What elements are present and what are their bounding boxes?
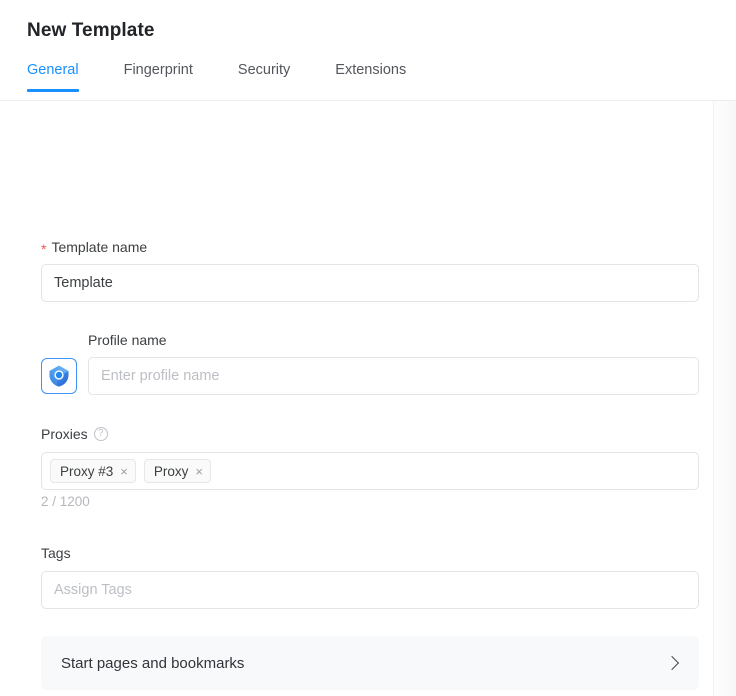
proxies-label-text: Proxies	[41, 426, 88, 442]
tab-extensions[interactable]: Extensions	[335, 60, 406, 91]
profile-name-row	[41, 357, 699, 395]
page-title: New Template	[27, 20, 155, 41]
profile-name-input[interactable]	[88, 357, 699, 395]
panel-right-divider	[713, 101, 714, 696]
panel-right-shade	[714, 101, 736, 696]
proxies-help-icon[interactable]: ?	[93, 427, 108, 441]
proxies-counter: 2 / 1200	[41, 494, 90, 509]
proxies-input[interactable]: Proxy #3 × Proxy ×	[41, 452, 699, 490]
tab-bar: General Fingerprint Security Extensions	[0, 60, 736, 101]
profile-name-label-text: Profile name	[88, 332, 167, 348]
section-start-pages-and-bookmarks[interactable]: Start pages and bookmarks	[41, 636, 699, 690]
general-form: * Template name Profile name	[0, 101, 713, 696]
proxy-chip-remove-icon[interactable]: ×	[195, 465, 203, 478]
tags-label: Tags	[41, 544, 71, 562]
required-asterisk: *	[41, 241, 47, 257]
profile-logo-glyph	[49, 365, 69, 387]
proxy-chip-label: Proxy	[153, 463, 189, 479]
template-name-label-text: Template name	[51, 239, 148, 255]
proxies-label: Proxies ?	[41, 425, 108, 443]
proxy-chip-remove-icon[interactable]: ×	[120, 465, 128, 478]
new-template-panel: New Template General Fingerprint Securit…	[0, 0, 736, 696]
profile-name-label: Profile name	[88, 331, 167, 349]
proxy-chip-label: Proxy #3	[60, 463, 114, 479]
chevron-right-icon	[664, 655, 680, 671]
proxy-chip[interactable]: Proxy ×	[143, 459, 211, 483]
tags-label-text: Tags	[41, 545, 71, 561]
proxy-chip[interactable]: Proxy #3 ×	[50, 459, 136, 483]
tab-general[interactable]: General	[27, 60, 79, 92]
proxies-help-glyph: ?	[97, 427, 104, 439]
profile-logo-icon[interactable]	[41, 358, 77, 394]
tags-input[interactable]	[41, 571, 699, 609]
tab-fingerprint[interactable]: Fingerprint	[124, 60, 193, 91]
section-start-pages-title: Start pages and bookmarks	[61, 655, 244, 672]
section-start-pages-title-text: Start pages and bookmarks	[61, 654, 245, 672]
template-name-input[interactable]	[41, 264, 699, 302]
template-name-label: * Template name	[41, 238, 147, 256]
tab-security[interactable]: Security	[238, 60, 290, 91]
